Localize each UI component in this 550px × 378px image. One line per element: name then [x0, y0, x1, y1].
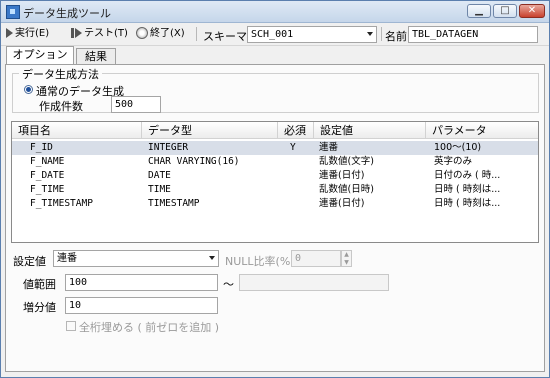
cell-parameter: 日時 ( 時刻は... — [434, 198, 501, 209]
setting-value: 連番 — [57, 253, 77, 264]
maximize-button[interactable]: □ — [493, 4, 517, 18]
cell-parameter: 100～(10) — [434, 142, 482, 153]
cell-type: TIMESTAMP — [148, 198, 200, 209]
cell-name: F_TIMESTAMP — [30, 198, 93, 209]
cell-name: F_NAME — [30, 156, 65, 167]
cell-parameter: 日時 ( 時刻は... — [434, 184, 501, 195]
test-label: テスト(T) — [84, 28, 128, 39]
radio-selected-dot — [26, 87, 31, 92]
table-row[interactable]: F_DATE DATE 連番(日付) 日付のみ ( 時... — [12, 169, 538, 183]
app-icon — [6, 5, 20, 19]
column-header-type[interactable]: データ型 — [142, 122, 278, 139]
increment-label: 増分値 — [23, 301, 56, 314]
cell-type: INTEGER — [148, 142, 189, 153]
cell-setting: 連番 — [319, 142, 339, 153]
title-bar[interactable]: データ生成ツール ▁ □ ✕ — [1, 1, 549, 23]
column-header-name[interactable]: 項目名 — [12, 122, 142, 139]
spin-down-icon: ▼ — [344, 259, 349, 266]
table-row[interactable]: F_TIMESTAMP TIMESTAMP 連番(日付) 日時 ( 時刻は... — [12, 197, 538, 211]
cell-parameter: 日付のみ ( 時... — [434, 170, 501, 181]
field-table: 項目名 データ型 必須 設定値 パラメータ F_ID INTEGER Y 連番 … — [11, 121, 539, 243]
maximize-icon: □ — [500, 5, 510, 16]
increment-input[interactable]: 10 — [65, 297, 218, 314]
zero-fill-checkbox[interactable] — [66, 321, 76, 331]
null-ratio-label: NULL比率(%) — [225, 255, 295, 268]
schema-select[interactable]: SCH_001 — [247, 26, 377, 43]
chevron-down-icon — [209, 256, 215, 260]
cell-required: Y — [290, 142, 296, 153]
range-separator: ～ — [223, 278, 234, 291]
name-label: 名前 — [385, 30, 407, 43]
minimize-icon: ▁ — [475, 5, 483, 16]
cell-setting: 連番(日付) — [319, 170, 365, 181]
exit-label: 終了(X) — [150, 28, 185, 39]
cell-setting: 乱数値(文字) — [319, 156, 374, 167]
schema-value: SCH_001 — [251, 29, 294, 40]
null-ratio-input[interactable]: 0 — [291, 250, 341, 267]
step-play-icon — [75, 28, 82, 38]
generation-method-title: データ生成方法 — [19, 66, 102, 82]
cell-type: TIME — [148, 184, 171, 195]
cell-type: CHAR VARYING(16) — [148, 156, 240, 167]
cell-setting: 乱数値(日時) — [319, 184, 374, 195]
cell-type: DATE — [148, 170, 171, 181]
window-title: データ生成ツール — [23, 7, 111, 20]
test-bar-icon — [71, 28, 74, 38]
play-icon — [6, 28, 13, 38]
toolbar: 実行(E) テスト(T) 終了(X) スキーマ SCH_001 名前 TBL_D… — [1, 23, 549, 46]
null-ratio-spinner[interactable]: ▲ ▼ — [341, 250, 352, 267]
toolbar-separator — [196, 27, 197, 41]
column-header-parameter[interactable]: パラメータ — [426, 122, 538, 139]
table-row[interactable]: F_TIME TIME 乱数値(日時) 日時 ( 時刻は... — [12, 183, 538, 197]
cell-name: F_TIME — [30, 184, 65, 195]
schema-label: スキーマ — [203, 30, 247, 43]
test-button[interactable]: テスト(T) — [71, 26, 128, 42]
chevron-down-icon — [367, 32, 373, 36]
cell-name: F_DATE — [30, 170, 65, 181]
normal-generation-radio[interactable] — [24, 85, 33, 94]
minimize-button[interactable]: ▁ — [467, 4, 491, 18]
app-window: データ生成ツール ▁ □ ✕ 実行(E) テスト(T) 終了(X) スキーマ S… — [0, 0, 550, 378]
table-row[interactable]: F_NAME CHAR VARYING(16) 乱数値(文字) 英字のみ — [12, 155, 538, 169]
cell-setting: 連番(日付) — [319, 198, 365, 209]
exit-button[interactable]: 終了(X) — [136, 26, 185, 42]
cell-parameter: 英字のみ — [434, 156, 473, 167]
zero-fill-label: 全桁埋める ( 前ゼロを追加 ) — [79, 321, 220, 334]
cell-name: F_ID — [30, 142, 53, 153]
close-button[interactable]: ✕ — [519, 4, 545, 18]
setting-label: 設定値 — [13, 255, 46, 268]
table-row[interactable]: F_ID INTEGER Y 連番 100～(10) — [12, 141, 538, 155]
run-label: 実行(E) — [15, 28, 50, 39]
name-input[interactable]: TBL_DATAGEN — [408, 26, 538, 43]
spin-up-icon: ▲ — [344, 251, 349, 258]
range-to-input[interactable] — [239, 274, 389, 291]
close-icon: ✕ — [527, 5, 537, 16]
tab-results[interactable]: 結果 — [76, 48, 116, 65]
range-label: 値範囲 — [23, 278, 56, 291]
exit-icon — [136, 27, 148, 39]
count-input[interactable]: 500 — [111, 96, 161, 113]
column-header-setting[interactable]: 設定値 — [314, 122, 426, 139]
column-header-required[interactable]: 必須 — [278, 122, 314, 139]
range-from-input[interactable]: 100 — [65, 274, 218, 291]
run-button[interactable]: 実行(E) — [6, 26, 49, 42]
count-label: 作成件数 — [39, 100, 83, 113]
toolbar-separator — [381, 27, 382, 41]
tab-options[interactable]: オプション — [6, 46, 74, 65]
setting-select[interactable]: 連番 — [53, 250, 219, 267]
